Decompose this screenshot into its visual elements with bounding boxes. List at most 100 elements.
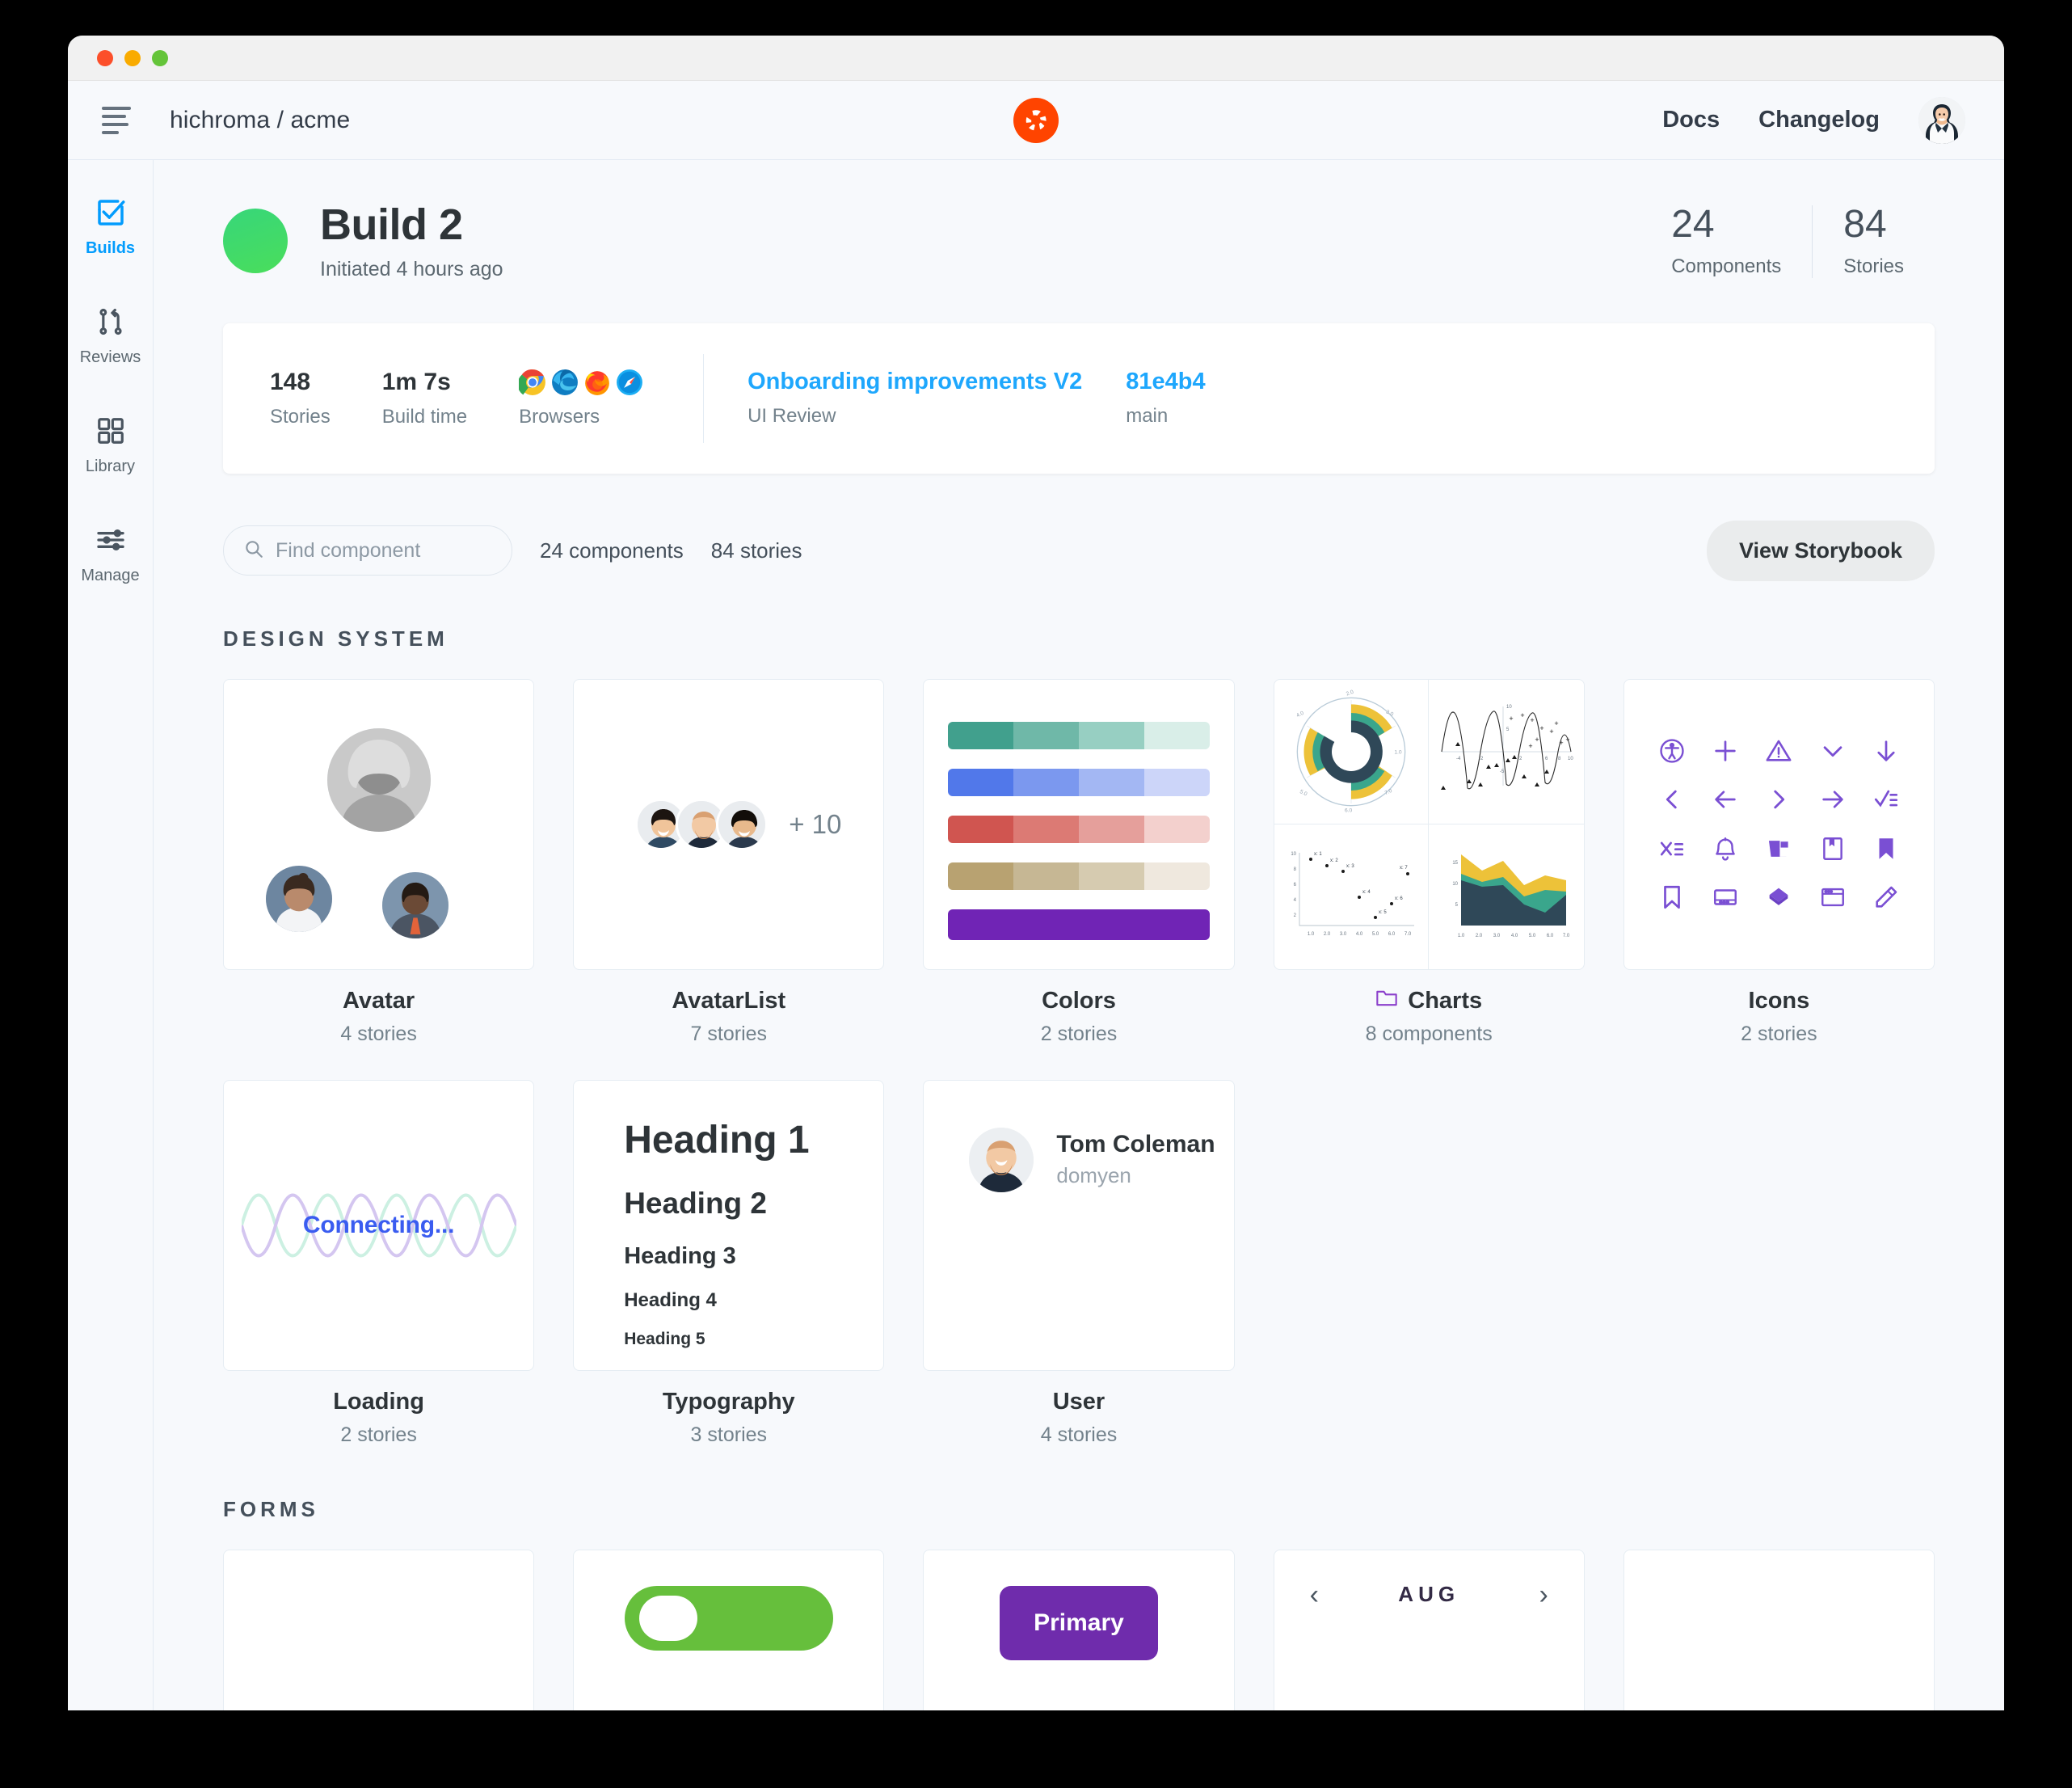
svg-text:2: 2 bbox=[1519, 757, 1522, 761]
metric-label: Stories bbox=[270, 405, 331, 428]
calendar-next-icon[interactable]: › bbox=[1539, 1581, 1548, 1609]
svg-text:8: 8 bbox=[1294, 867, 1297, 872]
breadcrumb[interactable]: hichroma / acme bbox=[170, 107, 350, 134]
card-label: User bbox=[923, 1389, 1234, 1415]
svg-text:3.0: 3.0 bbox=[1385, 709, 1395, 717]
svg-text:x: 3: x: 3 bbox=[1346, 864, 1354, 869]
pr-title-link[interactable]: Onboarding improvements V2 bbox=[748, 369, 1082, 395]
primary-button[interactable]: Primary bbox=[999, 1585, 1158, 1660]
commit-hash-link[interactable]: 81e4b4 bbox=[1126, 369, 1205, 395]
window-maximize-button[interactable] bbox=[152, 49, 168, 66]
component-card-typography[interactable]: Heading 1 Heading 2 Heading 3 Heading 4 … bbox=[573, 1079, 885, 1447]
avatar[interactable] bbox=[1918, 96, 1965, 144]
user-name: Tom Coleman bbox=[1056, 1131, 1215, 1158]
browsers-label: Browsers bbox=[519, 405, 600, 428]
window-close-button[interactable] bbox=[97, 49, 113, 66]
svg-text:10: 10 bbox=[1291, 852, 1296, 857]
component-card-form-1[interactable] bbox=[223, 1549, 535, 1710]
alert-triangle-icon bbox=[1766, 740, 1792, 761]
search-input[interactable] bbox=[276, 538, 492, 563]
window-minimize-button[interactable] bbox=[124, 49, 141, 66]
component-card-form-button[interactable]: Primary bbox=[923, 1549, 1235, 1710]
main-content: Build 2 Initiated 4 hours ago 24 Compone… bbox=[154, 160, 2004, 1710]
component-card-loading[interactable]: Connecting... Loading 2 stories bbox=[223, 1079, 535, 1447]
card-meta: 3 stories bbox=[690, 1423, 768, 1446]
heading-4-sample: Heading 4 bbox=[624, 1288, 717, 1311]
sidebar: Builds Reviews Library Manage bbox=[68, 160, 154, 1710]
chevron-left-icon bbox=[1666, 791, 1677, 809]
metric-value: 148 bbox=[270, 368, 311, 395]
sidebar-item-manage[interactable]: Manage bbox=[68, 521, 153, 585]
card-meta: 4 stories bbox=[340, 1022, 417, 1045]
component-card-charts[interactable]: 2.0 3.0 1.0 7.0 6.0 5.0 4.0 + + + + + + … bbox=[1273, 678, 1585, 1046]
card-name: AvatarList bbox=[672, 987, 786, 1014]
stat-label: Components bbox=[1671, 255, 1782, 277]
cross-list-icon bbox=[1660, 841, 1684, 856]
avatar-small-right bbox=[382, 871, 449, 938]
svg-text:+: + bbox=[1520, 711, 1524, 719]
swatch-row-blue bbox=[948, 768, 1210, 796]
component-card-avatar[interactable]: Avatar 4 stories bbox=[223, 678, 535, 1046]
card-thumbnail[interactable] bbox=[923, 678, 1235, 970]
page-title: Build 2 bbox=[320, 200, 463, 249]
svg-text:5.0: 5.0 bbox=[1299, 789, 1308, 797]
docs-link[interactable]: Docs bbox=[1662, 107, 1720, 133]
card-name: Charts bbox=[1408, 987, 1483, 1014]
svg-text:3.0: 3.0 bbox=[1340, 932, 1347, 937]
svg-text:+: + bbox=[1549, 727, 1553, 736]
card-meta: 2 stories bbox=[1741, 1022, 1817, 1045]
card-meta: 7 stories bbox=[690, 1022, 768, 1045]
changelog-link[interactable]: Changelog bbox=[1758, 107, 1880, 133]
basket-icon bbox=[1769, 841, 1790, 857]
view-storybook-button[interactable]: View Storybook bbox=[1706, 520, 1935, 581]
stories-count: 84 stories bbox=[710, 538, 802, 563]
card-label: Typography bbox=[573, 1389, 884, 1415]
svg-text:4.0: 4.0 bbox=[1356, 932, 1363, 937]
component-card-form-5[interactable] bbox=[1623, 1549, 1935, 1710]
swatch-row-tan bbox=[948, 862, 1210, 890]
card-thumbnail[interactable] bbox=[1623, 678, 1935, 970]
card-name: Colors bbox=[1042, 987, 1116, 1014]
pull-request-icon bbox=[95, 303, 127, 340]
svg-text:7.0: 7.0 bbox=[1404, 932, 1412, 937]
component-card-form-calendar[interactable]: ‹ AUG › bbox=[1273, 1549, 1585, 1710]
components-count: 24 components bbox=[540, 538, 684, 563]
component-card-avatarlist[interactable]: + 10 AvatarList 7 stories bbox=[573, 678, 885, 1046]
browser-window: hichroma / acme Docs Changelog Builds Re… bbox=[68, 36, 2004, 1710]
component-card-icons[interactable]: Icons 2 stories bbox=[1623, 678, 1935, 1046]
design-system-card-grid: Avatar 4 stories + 10 AvatarList 7 stori… bbox=[223, 678, 1935, 1447]
svg-text:1.0: 1.0 bbox=[1458, 934, 1465, 938]
sidebar-item-reviews[interactable]: Reviews bbox=[68, 303, 153, 367]
card-thumbnail[interactable]: Tom Coleman domyen bbox=[923, 1079, 1235, 1371]
card-label: Colors bbox=[923, 988, 1234, 1014]
section-title-design-system: DESIGN SYSTEM bbox=[223, 626, 449, 651]
component-card-form-toggle[interactable] bbox=[573, 1549, 885, 1710]
toggle-switch[interactable] bbox=[624, 1585, 833, 1651]
calendar-prev-icon[interactable]: ‹ bbox=[1310, 1581, 1319, 1609]
svg-text:-5: -5 bbox=[1500, 770, 1505, 774]
chevron-down-icon bbox=[1823, 746, 1842, 757]
card-thumbnail[interactable]: 2.0 3.0 1.0 7.0 6.0 5.0 4.0 + + + + + + … bbox=[1273, 678, 1585, 970]
forms-card-grid: Primary ‹ AUG › bbox=[223, 1549, 1935, 1710]
sidebar-item-builds[interactable]: Builds bbox=[68, 194, 153, 258]
safari-icon bbox=[617, 369, 643, 395]
card-meta: 4 stories bbox=[1040, 1423, 1118, 1446]
card-thumbnail[interactable] bbox=[223, 678, 535, 970]
sidebar-item-library[interactable]: Library bbox=[68, 412, 153, 476]
bookmark-filled-icon bbox=[1879, 838, 1893, 859]
search-box[interactable] bbox=[223, 525, 512, 576]
hamburger-icon[interactable] bbox=[102, 106, 134, 134]
edge-icon bbox=[552, 369, 579, 395]
svg-text:6.0: 6.0 bbox=[1345, 808, 1353, 813]
card-thumbnail[interactable]: Connecting... bbox=[223, 1079, 535, 1371]
typography-samples: Heading 1 Heading 2 Heading 3 Heading 4 … bbox=[624, 1118, 809, 1349]
sidebar-item-label: Builds bbox=[85, 239, 136, 257]
svg-text:6.0: 6.0 bbox=[1547, 934, 1554, 938]
component-card-user[interactable]: Tom Coleman domyen User 4 stories bbox=[923, 1079, 1235, 1447]
component-card-colors[interactable]: Colors 2 stories bbox=[923, 678, 1235, 1046]
card-thumbnail[interactable]: Heading 1 Heading 2 Heading 3 Heading 4 … bbox=[573, 1079, 885, 1371]
swatch-row-teal bbox=[948, 721, 1210, 749]
color-swatches bbox=[948, 721, 1210, 959]
card-thumbnail[interactable]: + 10 bbox=[573, 678, 885, 970]
card-name: Icons bbox=[1748, 987, 1810, 1014]
